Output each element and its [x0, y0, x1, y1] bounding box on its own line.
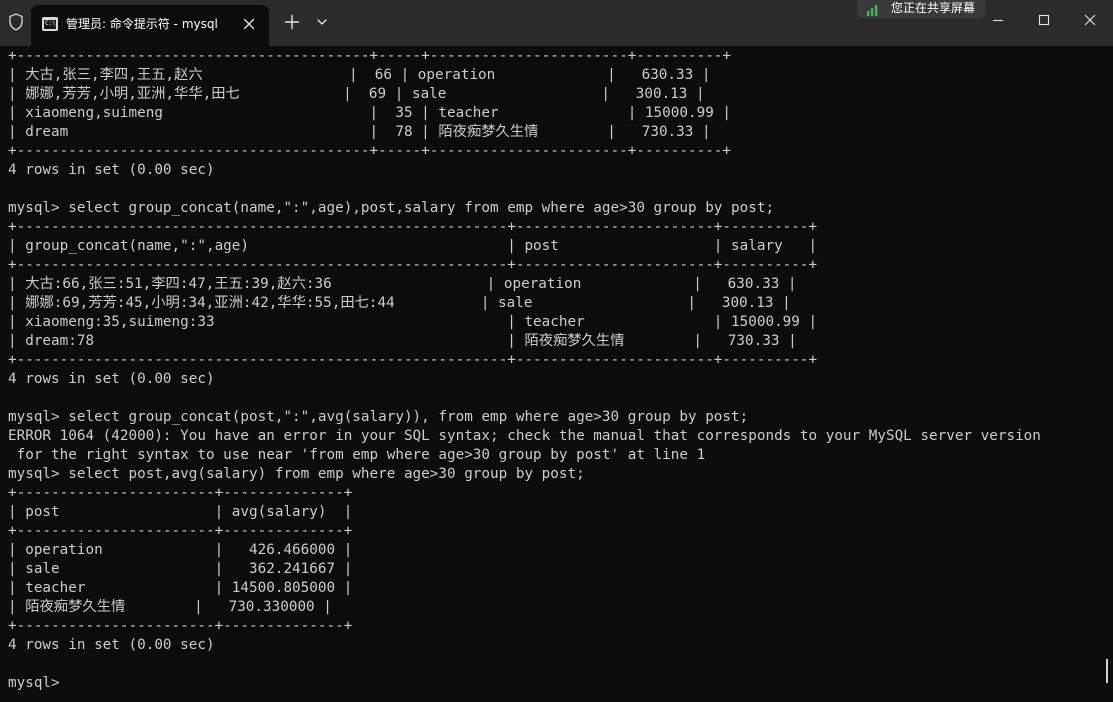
- terminal-lines: +---------------------------------------…: [8, 47, 1103, 693]
- terminal-line: | dream | 78 | 陌夜痴梦久生情 | 730.33 |: [8, 124, 711, 140]
- terminal-line: +---------------------------------------…: [8, 257, 818, 273]
- terminal-icon: C:\: [42, 17, 58, 31]
- share-label: 您正在共享屏幕: [891, 1, 976, 15]
- terminal-line: | xiaomeng,suimeng | 35 | teacher | 1500…: [8, 105, 732, 121]
- terminal-line: | operation | 426.466000 |: [8, 542, 353, 558]
- terminal-line: +---------------------------------------…: [8, 48, 732, 64]
- terminal-line: ERROR 1064 (42000): You have an error in…: [8, 428, 1041, 444]
- terminal-line: | 娜娜:69,芳芳:45,小明:34,亚洲:42,华华:55,田七:44 | …: [8, 295, 791, 311]
- tab-terminal[interactable]: C:\ 管理员: 命令提示符 - mysql: [31, 5, 269, 46]
- terminal-line: +---------------------------------------…: [8, 352, 818, 368]
- close-icon[interactable]: [1070, 4, 1110, 36]
- terminal-line: mysql> select post,avg(salary) from emp …: [8, 466, 585, 482]
- terminal-line: for the right syntax to use near 'from e…: [8, 447, 706, 463]
- terminal-line: | sale | 362.241667 |: [8, 561, 353, 577]
- plus-icon[interactable]: [281, 11, 303, 33]
- terminal-line: | teacher | 14500.805000 |: [8, 580, 353, 596]
- scrollbar-thumb[interactable]: [1106, 659, 1108, 683]
- shield-icon[interactable]: [5, 11, 27, 33]
- screen-share-indicator[interactable]: 您正在共享屏幕: [857, 0, 985, 18]
- terminal-line: +-----------------------+--------------+: [8, 523, 353, 539]
- terminal-line: 4 rows in set (0.00 sec): [8, 162, 215, 178]
- terminal-line: | 陌夜痴梦久生情 | 730.330000 |: [8, 599, 332, 615]
- bars-icon: [867, 5, 878, 16]
- terminal-line: 4 rows in set (0.00 sec): [8, 371, 215, 387]
- terminal-line: +-----------------------+--------------+: [8, 618, 353, 634]
- chevron-down-icon[interactable]: [311, 11, 333, 33]
- terminal-line: | group_concat(name,":",age) | post | sa…: [8, 238, 818, 254]
- terminal-line: | post | avg(salary) |: [8, 504, 353, 520]
- maximize-icon[interactable]: [1024, 4, 1064, 36]
- terminal-line: | 大古:66,张三:51,李四:47,王五:39,赵六:36 | operat…: [8, 276, 797, 292]
- terminal-line: mysql> select group_concat(name,":",age)…: [8, 200, 775, 216]
- terminal-line: | 大古,张三,李四,王五,赵六 | 66 | operation | 630.…: [8, 67, 711, 83]
- terminal-window: C:\ 管理员: 命令提示符 - mysql 您正在共享屏幕 +--------…: [0, 0, 1113, 702]
- terminal-output[interactable]: +---------------------------------------…: [0, 46, 1113, 702]
- terminal-line: | dream:78 | 陌夜痴梦久生情 | 730.33 |: [8, 333, 797, 349]
- terminal-line: +---------------------------------------…: [8, 143, 732, 159]
- terminal-line: mysql> select group_concat(post,":",avg(…: [8, 409, 749, 425]
- terminal-line: mysql>: [8, 675, 69, 691]
- close-icon[interactable]: [238, 13, 260, 35]
- tab-title: 管理员: 命令提示符 - mysql: [66, 17, 218, 31]
- terminal-line: +---------------------------------------…: [8, 219, 818, 235]
- terminal-line: | xiaomeng:35,suimeng:33 | teacher | 150…: [8, 314, 818, 330]
- title-bar[interactable]: C:\ 管理员: 命令提示符 - mysql 您正在共享屏幕: [0, 0, 1113, 46]
- minimize-icon[interactable]: [978, 4, 1018, 36]
- terminal-icon-text: C:\: [45, 20, 56, 27]
- terminal-line: 4 rows in set (0.00 sec): [8, 637, 215, 653]
- terminal-line: | 娜娜,芳芳,小明,亚洲,华华,田七 | 69 | sale | 300.13…: [8, 86, 705, 102]
- terminal-line: +-----------------------+--------------+: [8, 485, 353, 501]
